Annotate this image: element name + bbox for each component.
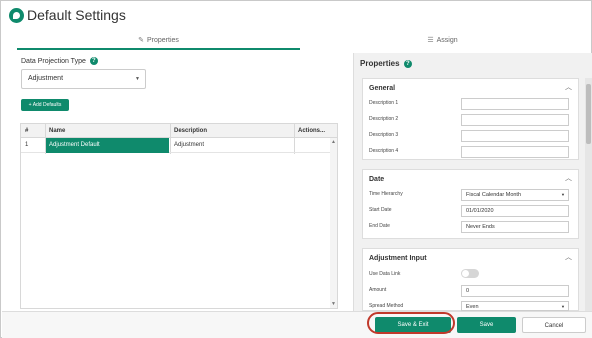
leaf-logo-icon [9, 8, 24, 23]
projection-type-value: Adjustment [28, 75, 64, 82]
page-title: Default Settings [27, 7, 126, 23]
add-defaults-button[interactable]: + Add Defaults [21, 99, 69, 111]
properties-title-row: Properties ? [360, 59, 412, 68]
chevron-up-icon[interactable]: ︿ [565, 173, 572, 183]
tab-bar: ✎ Properties ☰ Assign [17, 33, 585, 51]
projection-type-label-row: Data Projection Type ? [21, 57, 98, 65]
row-description: Adjustment [174, 142, 205, 148]
chevron-up-icon[interactable]: ︿ [565, 82, 572, 92]
amount-field[interactable]: 0 [461, 285, 569, 297]
use-data-link-label: Use Data Link [369, 271, 401, 277]
description-2-field[interactable] [461, 114, 569, 126]
properties-scrollbar[interactable] [585, 78, 592, 311]
general-section-title: General [369, 85, 396, 92]
date-section-title: Date [369, 176, 385, 183]
chevron-down-icon: ▼ [561, 192, 565, 197]
description-4-field[interactable] [461, 146, 569, 158]
pencil-icon: ✎ [138, 37, 144, 44]
description-1-field[interactable] [461, 98, 569, 110]
chevron-up-icon[interactable]: ︿ [565, 252, 572, 262]
footer-bar: Save & Exit Save Cancel [2, 311, 592, 338]
chevron-down-icon: ▼ [135, 76, 140, 82]
properties-panel: Properties ? General ︿ Description 1 Des… [353, 53, 592, 311]
time-hierarchy-value: Fiscal Calendar Month [466, 192, 522, 198]
tab-assign-label: Assign [436, 37, 458, 44]
table-row[interactable]: 1 Adjustment Default Adjustment [21, 138, 337, 153]
tab-properties-label: Properties [146, 37, 179, 44]
time-hierarchy-label: Time Hierarchy [369, 191, 403, 197]
end-date-field[interactable]: Never Ends [461, 221, 569, 233]
description-4-label: Description 4 [369, 148, 399, 154]
projection-type-select[interactable]: Adjustment ▼ [21, 69, 146, 89]
help-icon[interactable]: ? [403, 59, 412, 68]
active-tab-indicator [17, 48, 300, 50]
adjustment-input-section-title: Adjustment Input [369, 255, 427, 262]
defaults-grid: # Name Description Actions... 1 Adjustme… [20, 123, 338, 309]
cancel-button[interactable]: Cancel [522, 317, 586, 333]
start-date-field[interactable]: 01/01/2020 [461, 205, 569, 217]
amount-label: Amount [369, 287, 387, 293]
scrollbar-thumb[interactable] [586, 84, 591, 144]
time-hierarchy-select[interactable]: Fiscal Calendar Month ▼ [461, 189, 569, 201]
column-header-actions[interactable]: Actions... [298, 124, 325, 138]
start-date-label: Start Date [369, 207, 392, 213]
use-data-link-toggle[interactable] [461, 269, 479, 278]
spread-method-label: Spread Method [369, 303, 404, 309]
highlight-annotation [367, 312, 455, 334]
help-icon[interactable]: ? [89, 57, 98, 65]
column-header-number[interactable]: # [25, 124, 28, 138]
row-number: 1 [25, 142, 29, 148]
column-header-name[interactable]: Name [49, 124, 65, 138]
grid-scrollbar[interactable]: ▲ ▼ [330, 138, 337, 308]
column-header-description[interactable]: Description [174, 124, 207, 138]
description-3-label: Description 3 [369, 132, 399, 138]
spread-method-select[interactable]: Even ▼ [461, 301, 569, 311]
properties-title: Properties [360, 59, 400, 68]
description-3-field[interactable] [461, 130, 569, 142]
dialog-window: Default Settings ✎ Properties ☰ Assign Dat… [0, 0, 592, 338]
end-date-label: End Date [369, 223, 390, 229]
spread-method-value: Even [466, 304, 479, 310]
row-name[interactable]: Adjustment Default [46, 138, 169, 153]
grid-header: # Name Description Actions... [21, 124, 337, 138]
scroll-up-icon[interactable]: ▲ [331, 139, 336, 145]
list-icon: ☰ [427, 37, 434, 44]
scroll-down-icon[interactable]: ▼ [331, 301, 336, 307]
save-button[interactable]: Save [457, 317, 516, 333]
description-1-label: Description 1 [369, 100, 399, 106]
tab-assign[interactable]: ☰ Assign [300, 33, 585, 51]
general-section: General ︿ Description 1 Description 2 De… [362, 78, 579, 160]
left-panel: Data Projection Type ? Adjustment ▼ + Ad… [17, 53, 353, 311]
title-bar: Default Settings [1, 1, 592, 31]
projection-type-label: Data Projection Type [21, 57, 86, 65]
description-2-label: Description 2 [369, 116, 399, 122]
adjustment-input-section: Adjustment Input ︿ Use Data Link Amount … [362, 248, 579, 311]
date-section: Date ︿ Time Hierarchy Fiscal Calendar Mo… [362, 169, 579, 239]
